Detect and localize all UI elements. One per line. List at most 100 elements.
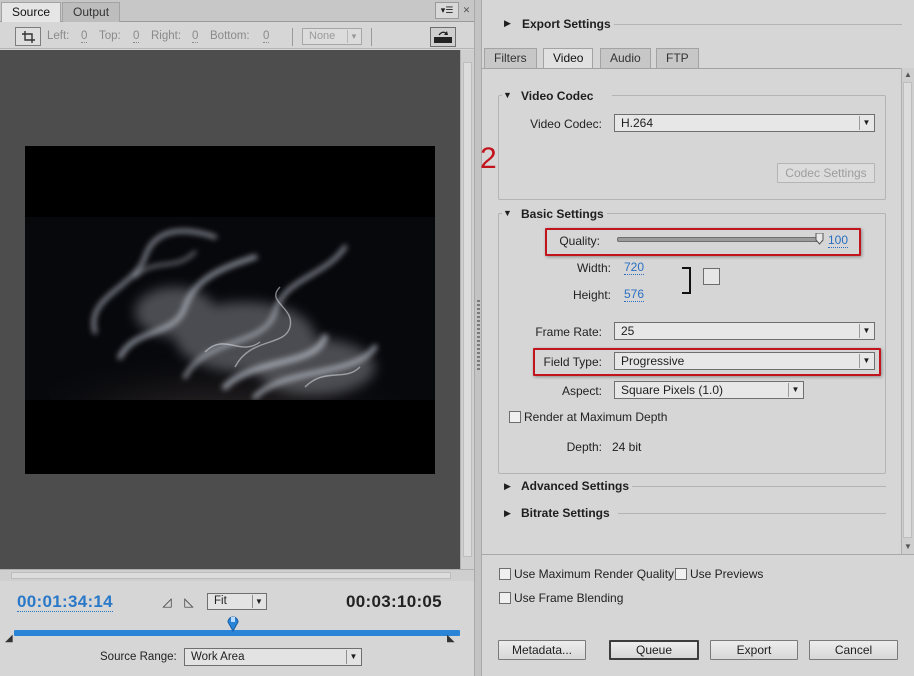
queue-button[interactable]: Queue	[609, 640, 699, 660]
chevron-down-icon: ▼	[788, 383, 802, 397]
aspect-value: Square Pixels (1.0)	[621, 383, 724, 397]
field-type-select[interactable]: Progressive ▼	[614, 352, 875, 370]
zoom-level-select[interactable]: Fit ▼	[207, 593, 267, 610]
cancel-button[interactable]: Cancel	[809, 640, 898, 660]
link-bracket-icon	[682, 267, 691, 294]
export-settings-header[interactable]: Export Settings	[522, 17, 611, 31]
crop-proportions-select[interactable]: None ▼	[302, 28, 362, 45]
render-max-depth-checkbox[interactable]	[509, 411, 521, 423]
playhead-icon[interactable]	[226, 614, 240, 633]
max-render-quality-checkbox[interactable]	[499, 568, 511, 580]
export-button[interactable]: Export	[710, 640, 798, 660]
width-label: Width:	[576, 261, 611, 275]
out-point-marker-icon[interactable]: ◣	[447, 634, 457, 644]
width-value[interactable]: 720	[624, 261, 645, 275]
frame-rate-select[interactable]: 25 ▼	[614, 322, 875, 340]
crop-top-label: Top:	[99, 30, 121, 42]
source-viewer[interactable]	[0, 50, 460, 569]
toolbar-divider	[292, 28, 293, 46]
duration-timecode: 00:03:10:05	[346, 592, 442, 611]
tab-ftp[interactable]: FTP	[656, 48, 699, 68]
collapse-triangle-icon[interactable]: ▼	[503, 208, 512, 218]
expand-triangle-icon[interactable]: ▶	[504, 18, 511, 29]
toolbar-divider	[371, 28, 372, 46]
chevron-down-icon: ▼	[346, 650, 360, 664]
frame-blending-label[interactable]: Use Frame Blending	[514, 591, 623, 605]
source-range-value: Work Area	[191, 651, 245, 663]
quality-value[interactable]: 100	[828, 234, 849, 248]
export-settings-panel: ▶ Export Settings Filters Video Audio FT…	[480, 0, 914, 676]
tab-filters[interactable]: Filters	[484, 48, 537, 68]
expand-triangle-icon[interactable]: ▶	[504, 481, 511, 492]
scroll-up-icon[interactable]: ▲	[904, 70, 912, 79]
basic-settings-header[interactable]: Basic Settings	[521, 207, 604, 221]
render-max-depth-label[interactable]: Render at Maximum Depth	[524, 410, 667, 424]
set-out-point-icon[interactable]: ◺	[182, 596, 196, 609]
crop-right-label: Right:	[151, 30, 182, 42]
scroll-down-icon[interactable]: ▼	[904, 542, 912, 551]
codec-settings-button[interactable]: Codec Settings	[777, 163, 875, 183]
viewer-vertical-scrollbar[interactable]	[460, 50, 474, 569]
crop-bottom-value[interactable]: 0	[263, 30, 270, 43]
tab-source[interactable]: Source	[1, 2, 62, 22]
tab-audio[interactable]: Audio	[600, 48, 651, 68]
panel-menu-icon[interactable]: ▾☰	[435, 2, 459, 19]
crop-top-value[interactable]: 0	[133, 30, 140, 43]
crop-tool-button[interactable]	[15, 27, 41, 46]
viewer-horizontal-scrollbar[interactable]	[0, 569, 474, 581]
crop-bottom-label: Bottom:	[210, 30, 250, 42]
depth-label: Depth:	[566, 440, 602, 454]
in-point-marker-icon[interactable]: ◢	[5, 634, 15, 644]
quality-slider-track[interactable]	[617, 237, 823, 242]
source-panel: Source Output ▾☰ ✕ Left: 0 Top: 0 Right:…	[0, 0, 474, 676]
crop-proportions-value: None	[309, 30, 336, 42]
close-icon[interactable]: ✕	[461, 2, 472, 19]
step-number-annotation: 2	[480, 142, 497, 175]
advanced-settings-header[interactable]: Advanced Settings	[521, 479, 629, 493]
crop-left-value[interactable]: 0	[81, 30, 88, 43]
settings-vertical-scrollbar[interactable]: ▲ ▼	[901, 68, 914, 554]
field-type-label: Field Type:	[543, 355, 602, 369]
tab-output[interactable]: Output	[62, 2, 121, 22]
aspect-ratio-toggle-button[interactable]	[430, 27, 456, 47]
metadata-button[interactable]: Metadata...	[498, 640, 586, 660]
zoom-level-value: Fit	[214, 595, 227, 607]
frame-rate-label: Frame Rate:	[535, 325, 602, 339]
panel-splitter[interactable]	[474, 0, 482, 676]
video-codec-label: Video Codec:	[530, 117, 602, 131]
expand-triangle-icon[interactable]: ▶	[504, 508, 511, 519]
source-range-select[interactable]: Work Area ▼	[184, 648, 362, 666]
tab-underline	[482, 68, 902, 69]
quality-label: Quality:	[559, 234, 600, 248]
chevron-down-icon: ▼	[347, 30, 360, 43]
use-previews-label[interactable]: Use Previews	[690, 567, 763, 581]
video-codec-select[interactable]: H.264 ▼	[614, 114, 875, 132]
max-render-quality-label[interactable]: Use Maximum Render Quality	[514, 567, 674, 581]
constrain-proportions-icon[interactable]	[703, 268, 720, 285]
bitrate-settings-header[interactable]: Bitrate Settings	[521, 506, 610, 520]
aspect-ratio-icon	[434, 31, 452, 43]
divider	[614, 24, 902, 25]
video-frame-smoke	[25, 217, 435, 400]
set-in-point-icon[interactable]: ◿	[160, 596, 174, 609]
chevron-down-icon: ▼	[252, 595, 265, 608]
height-label: Height:	[572, 288, 611, 302]
frame-blending-checkbox[interactable]	[499, 592, 511, 604]
use-previews-checkbox[interactable]	[675, 568, 687, 580]
crop-toolbar: Left: 0 Top: 0 Right: 0 Bottom: 0 None ▼	[0, 24, 474, 49]
tab-video[interactable]: Video	[543, 48, 594, 69]
source-range-label: Source Range:	[100, 651, 177, 663]
chevron-down-icon: ▼	[859, 116, 873, 130]
crop-left-label: Left:	[47, 30, 70, 42]
height-value[interactable]: 576	[624, 288, 645, 302]
video-preview	[25, 146, 435, 474]
current-timecode[interactable]: 00:01:34:14	[17, 592, 113, 612]
quality-slider-thumb[interactable]	[815, 232, 824, 245]
chevron-down-icon: ▼	[859, 354, 873, 368]
aspect-select[interactable]: Square Pixels (1.0) ▼	[614, 381, 804, 399]
video-codec-header[interactable]: Video Codec	[521, 89, 593, 103]
video-codec-value: H.264	[621, 116, 654, 130]
crop-right-value[interactable]: 0	[192, 30, 199, 43]
divider	[618, 513, 886, 514]
collapse-triangle-icon[interactable]: ▼	[503, 90, 512, 100]
